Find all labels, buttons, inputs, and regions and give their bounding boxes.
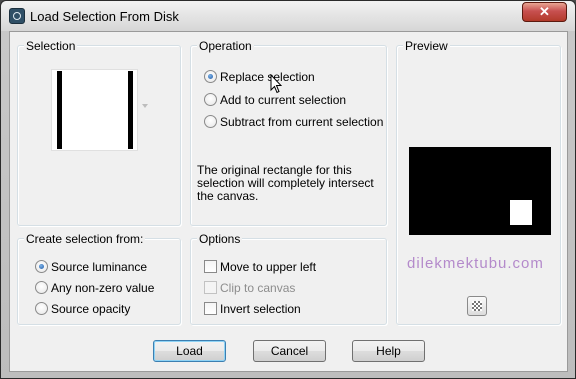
checkbox-label: Move to upper left bbox=[220, 260, 317, 274]
selection-group-label: Selection bbox=[24, 39, 78, 53]
radio-label: Any non-zero value bbox=[51, 281, 155, 295]
thumbnail-left-bar bbox=[57, 71, 62, 149]
selection-thumbnail[interactable] bbox=[51, 69, 138, 151]
radio-button[interactable] bbox=[204, 93, 217, 106]
checkbox-label: Clip to canvas bbox=[220, 281, 296, 295]
load-button[interactable]: Load bbox=[153, 340, 226, 362]
preview-group-label: Preview bbox=[403, 39, 450, 53]
preview-selection-area bbox=[510, 200, 532, 225]
radio-button[interactable] bbox=[35, 281, 48, 294]
checkbox bbox=[204, 281, 217, 294]
radio-button[interactable] bbox=[204, 115, 217, 128]
radio-button[interactable] bbox=[204, 70, 217, 83]
operation-group: Operation Replace selection Add to curre… bbox=[190, 39, 387, 226]
cancel-button[interactable]: Cancel bbox=[253, 340, 326, 362]
watermark-text: dilekmektubu.com bbox=[407, 255, 544, 272]
window-title: Load Selection From Disk bbox=[30, 9, 179, 24]
operation-group-label: Operation bbox=[197, 39, 254, 53]
transparency-toggle-icon[interactable] bbox=[467, 296, 487, 316]
radio-label: Replace selection bbox=[220, 70, 315, 84]
checkbox[interactable] bbox=[204, 260, 217, 273]
create-selection-group-label: Create selection from: bbox=[24, 232, 146, 246]
mouse-cursor-icon bbox=[270, 74, 282, 94]
checkbox[interactable] bbox=[204, 302, 217, 315]
selection-group: Selection bbox=[17, 39, 181, 226]
options-group: Options Move to upper left Clip to canva… bbox=[190, 232, 387, 325]
thumbnail-right-bar bbox=[128, 71, 133, 149]
help-button[interactable]: Help bbox=[352, 340, 425, 362]
dialog-window: Load Selection From Disk ✕ Selection Ope… bbox=[0, 0, 576, 379]
radio-label: Source opacity bbox=[51, 302, 131, 316]
close-button[interactable]: ✕ bbox=[522, 2, 567, 22]
radio-label: Add to current selection bbox=[220, 93, 347, 107]
app-icon bbox=[9, 8, 25, 24]
radio-button[interactable] bbox=[35, 302, 48, 315]
preview-group: Preview dilekmektubu.com bbox=[396, 39, 561, 325]
dialog-client: Selection Operation Replace selection Ad… bbox=[9, 31, 568, 372]
radio-label: Subtract from current selection bbox=[220, 115, 384, 129]
title-bar[interactable]: Load Selection From Disk ✕ bbox=[1, 1, 575, 31]
operation-description: The original rectangle for this selectio… bbox=[197, 163, 374, 203]
thumbnail-dropdown-icon[interactable] bbox=[142, 104, 148, 108]
preview-canvas bbox=[409, 147, 551, 235]
options-group-label: Options bbox=[197, 232, 243, 246]
radio-label: Source luminance bbox=[51, 260, 148, 274]
checkbox-label: Invert selection bbox=[220, 302, 301, 316]
create-selection-group: Create selection from: Source luminance … bbox=[17, 232, 181, 325]
radio-button[interactable] bbox=[35, 260, 48, 273]
